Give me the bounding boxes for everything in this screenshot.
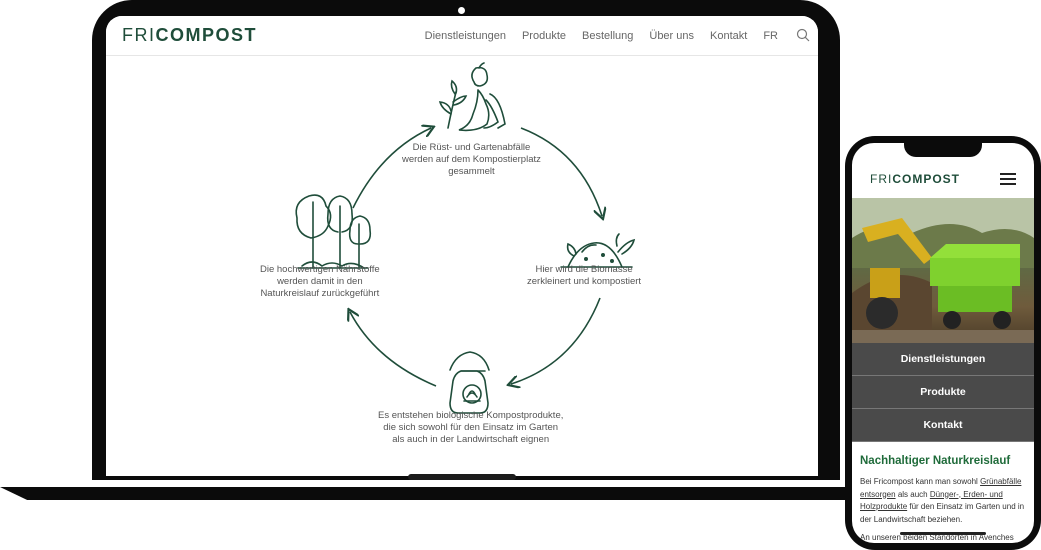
cycle-arrow-bottom-left xyxy=(350,312,437,387)
nav-item-dienstleistungen[interactable]: Dienstleistungen xyxy=(425,30,506,42)
phone-screen: FRICOMPOST Dienstleistungen Produkte Kon… xyxy=(852,143,1034,543)
laptop-screen: FRICOMPOST Dienstleistungen Produkte Bes… xyxy=(106,16,818,476)
hero-photo-illustration xyxy=(852,198,1034,343)
garden-waste-icon xyxy=(438,62,506,132)
logo-part-1: FRI xyxy=(122,25,156,45)
nav-item-produkte[interactable]: Produkte xyxy=(522,30,566,42)
compost-pile-icon xyxy=(560,233,636,268)
main-nav: Dienstleistungen Produkte Bestellung Übe… xyxy=(425,30,778,42)
mobile-header: FRICOMPOST xyxy=(852,165,1034,197)
site-logo[interactable]: FRICOMPOST xyxy=(122,25,257,46)
cycle-step-3-text: Es entstehen biologische Kompostprodukte… xyxy=(378,410,564,445)
mobile-content: Nachhaltiger Naturkreislauf Bei Fricompo… xyxy=(860,455,1030,543)
hero-photo-compost-machine xyxy=(852,198,1034,343)
compost-bag-icon xyxy=(449,351,490,414)
mobile-menu-item-produkte[interactable]: Produkte xyxy=(852,376,1034,409)
nav-item-language-fr[interactable]: FR xyxy=(763,30,778,42)
cycle-step-2-text: Hier wird die Biomasse zerkleinert und k… xyxy=(527,264,642,287)
laptop-camera xyxy=(458,7,465,14)
nav-item-bestellung[interactable]: Bestellung xyxy=(582,30,633,42)
nav-item-ueber-uns[interactable]: Über uns xyxy=(649,30,694,42)
laptop-base xyxy=(0,487,906,500)
nav-item-kontakt[interactable]: Kontakt xyxy=(710,30,747,42)
mobile-logo-part-1: FRI xyxy=(870,172,893,186)
mobile-logo-part-2: COMPOST xyxy=(892,172,961,186)
cycle-step-4-text: Die hochwertigen Nährstoffe werden damit… xyxy=(260,264,380,299)
hamburger-menu-icon[interactable] xyxy=(1000,173,1016,185)
logo-part-2: COMPOST xyxy=(155,25,258,45)
mobile-menu-item-kontakt[interactable]: Kontakt xyxy=(852,409,1034,442)
phone-home-indicator xyxy=(900,532,986,535)
cycle-step-1-text: Die Rüst- und Gartenabfälle werden auf d… xyxy=(402,142,541,177)
site-header: FRICOMPOST Dienstleistungen Produkte Bes… xyxy=(106,16,818,56)
cycle-arrow-bottom-right xyxy=(511,297,601,384)
mobile-logo[interactable]: FRICOMPOST xyxy=(870,172,960,186)
mobile-menu-item-dienstleistungen[interactable]: Dienstleistungen xyxy=(852,343,1034,376)
laptop-hinge-notch xyxy=(408,474,516,480)
trees-icon xyxy=(295,194,372,269)
search-icon[interactable] xyxy=(796,28,810,42)
mobile-intro-paragraph: Bei Fricompost kann man sowohl Grünabfäl… xyxy=(860,477,1025,524)
mobile-heading: Nachhaltiger Naturkreislauf xyxy=(860,455,1011,467)
phone-notch xyxy=(904,143,982,157)
mobile-menu: Dienstleistungen Produkte Kontakt xyxy=(852,343,1034,442)
